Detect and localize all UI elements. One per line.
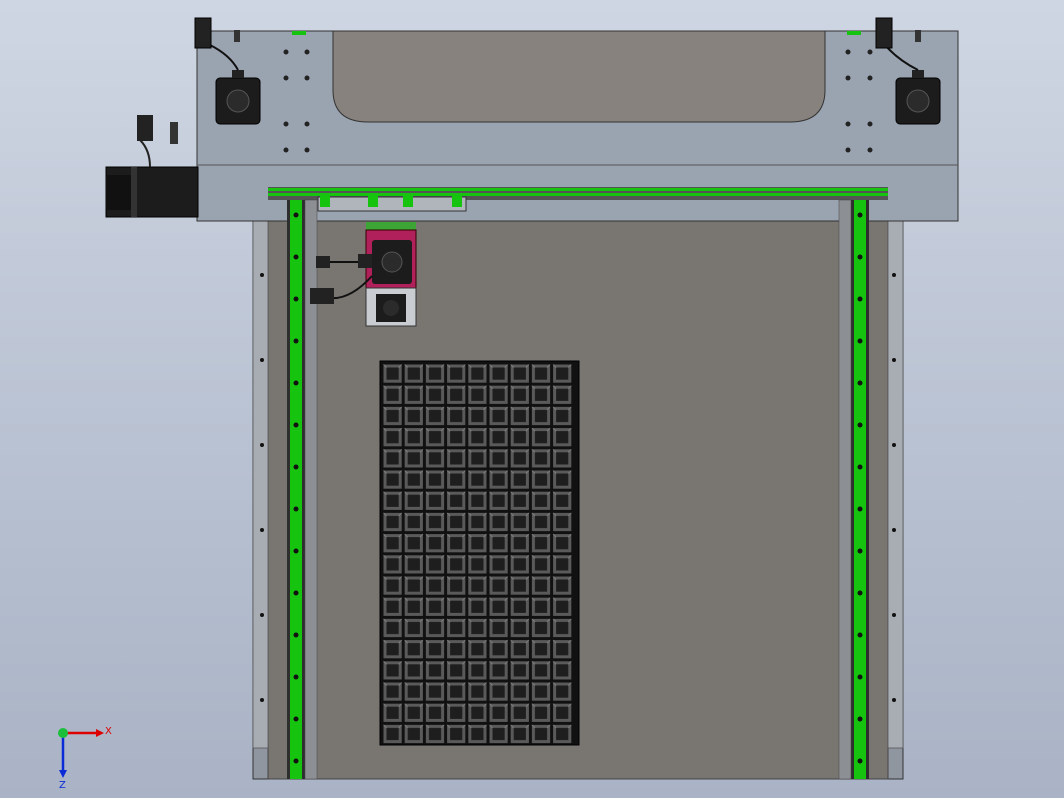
rail-bolt	[857, 338, 863, 344]
linear-rail-right	[838, 199, 869, 780]
rail-bolt	[293, 254, 299, 260]
rail-bolt	[857, 716, 863, 722]
rail-bolt	[293, 506, 299, 512]
axis-triad: X Z	[58, 726, 112, 788]
frame-bolt	[260, 273, 264, 277]
rail-bolt	[293, 632, 299, 638]
frame-bolt	[892, 698, 896, 702]
component-tray	[379, 360, 580, 746]
servo-motor	[105, 115, 199, 218]
rail-bolt	[293, 674, 299, 680]
frame-bolt	[260, 528, 264, 532]
rail-bolt	[857, 296, 863, 302]
rail-bolt	[857, 380, 863, 386]
rail-bolt	[857, 254, 863, 260]
frame-bolt	[892, 528, 896, 532]
rail-bolt	[857, 674, 863, 680]
rail-bolt	[293, 212, 299, 218]
rail-bolt	[293, 464, 299, 470]
z-axis-label: Z	[59, 780, 66, 788]
rail-bolt	[857, 632, 863, 638]
rail-bolt	[293, 380, 299, 386]
rail-bolt	[857, 758, 863, 764]
frame-bolt	[892, 273, 896, 277]
rail-bolt	[293, 296, 299, 302]
frame-bolt	[260, 613, 264, 617]
frame-bolt	[260, 443, 264, 447]
rail-bolt	[857, 212, 863, 218]
frame-bolt	[892, 613, 896, 617]
rail-bolt	[293, 548, 299, 554]
rail-bolt	[293, 422, 299, 428]
frame-bolt	[260, 698, 264, 702]
rail-bolt	[857, 422, 863, 428]
linear-rail-left	[287, 199, 318, 780]
frame-bolt	[892, 443, 896, 447]
rail-bolt	[293, 716, 299, 722]
cad-viewport[interactable]	[0, 0, 1064, 798]
rail-bolt	[857, 464, 863, 470]
frame-bolt	[892, 358, 896, 362]
rail-bolt	[293, 590, 299, 596]
rail-bolt	[857, 506, 863, 512]
rail-bolt	[293, 758, 299, 764]
rail-bolt	[293, 338, 299, 344]
rail-bolt	[857, 590, 863, 596]
rail-bolt	[857, 548, 863, 554]
x-axis-label: X	[105, 726, 112, 737]
frame-bolt	[260, 358, 264, 362]
